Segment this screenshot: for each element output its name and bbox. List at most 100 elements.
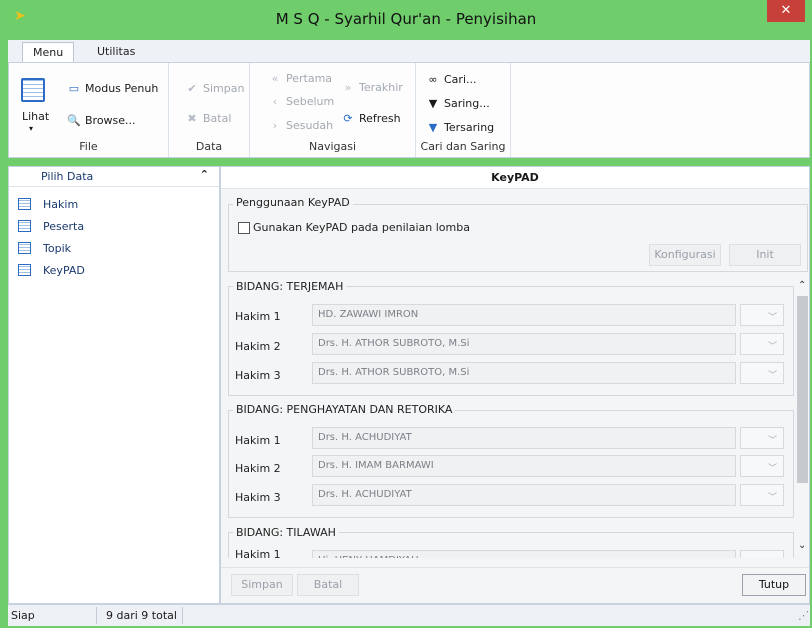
hakim-field[interactable]: Drs. H. IMAM BARMAWI: [312, 455, 736, 477]
bidang-terjemah-legend: BIDANG: TERJEMAH: [233, 280, 347, 293]
lihat-label: Lihat: [22, 110, 50, 123]
hakim-field[interactable]: Hj. HENY HAMDIYAH: [312, 550, 736, 558]
nav-label-peserta: Peserta: [43, 220, 85, 233]
chevron-up-icon[interactable]: ⌃: [200, 168, 209, 181]
tersaring-label: Tersaring: [444, 121, 495, 134]
tutup-button[interactable]: Tutup: [742, 574, 806, 596]
keypad-group-legend: Penggunaan KeyPAD: [233, 196, 353, 209]
hakim-field[interactable]: Drs. H. ACHUDIYAT: [312, 484, 736, 506]
bidang-tilawah-legend: BIDANG: TILAWAH: [233, 526, 339, 539]
status-bar: Siap 9 dari 9 total ⋰: [8, 604, 810, 626]
record-count: 9 dari 9 total: [106, 609, 177, 622]
batal-ribbon-button[interactable]: ✖ Batal: [185, 112, 231, 125]
keypad-checkbox-label: Gunakan KeyPAD pada penilaian lomba: [253, 221, 470, 234]
table-icon: [18, 220, 31, 232]
status-text: Siap: [11, 609, 35, 622]
cari-button[interactable]: ∞ Cari...: [426, 73, 477, 86]
hakim-label: Hakim 1: [235, 548, 281, 558]
chevron-down-icon[interactable]: ﹀: [740, 362, 784, 384]
refresh-button[interactable]: ⟳ Refresh: [341, 112, 401, 125]
simpan-ribbon-button[interactable]: ✔ Simpan: [185, 82, 244, 95]
group-label-file: File: [79, 140, 98, 153]
pilih-data-title: Pilih Data: [41, 170, 94, 183]
group-label-data: Data: [195, 140, 223, 153]
scroll-down-arrow[interactable]: ⌄: [798, 540, 806, 551]
cari-label: Cari...: [444, 73, 477, 86]
chevron-down-icon[interactable]: ﹀: [740, 484, 784, 506]
nav-item-peserta[interactable]: Peserta: [18, 220, 84, 238]
calendar-icon[interactable]: [21, 78, 45, 102]
table-icon: [18, 198, 31, 210]
title-bar: ➤ M S Q - Syarhil Qur'an - Penyisihan ✕: [0, 0, 812, 37]
funnel-check-icon: ▼: [428, 121, 438, 134]
modus-penuh-label: Modus Penuh: [85, 82, 159, 95]
tab-menu[interactable]: Menu: [22, 42, 75, 63]
konfigurasi-button[interactable]: Konfigurasi: [649, 244, 721, 266]
tab-utilitas[interactable]: Utilitas: [87, 42, 145, 63]
batal-ribbon-label: Batal: [203, 112, 232, 125]
modus-penuh-button[interactable]: ▭ Modus Penuh: [67, 82, 159, 95]
group-label-cari-saring: Cari dan Saring: [420, 140, 506, 153]
simpan-button[interactable]: Simpan: [231, 574, 293, 596]
right-arrow-icon: ›: [272, 119, 278, 132]
left-arrow-icon: ‹: [272, 95, 278, 108]
sebelum-label: Sebelum: [286, 95, 335, 108]
sesudah-button[interactable]: › Sesudah: [268, 119, 333, 132]
refresh-icon: ⟳: [343, 112, 353, 125]
browse-button[interactable]: 🔍 Browse...: [67, 114, 136, 127]
chevron-down-icon[interactable]: ﹀: [740, 333, 784, 355]
terakhir-button[interactable]: » Terakhir: [341, 81, 403, 94]
chevron-down-icon[interactable]: ﹀: [740, 455, 784, 477]
browse-label: Browse...: [85, 114, 136, 127]
hakim-label: Hakim 3: [235, 491, 281, 504]
lihat-button[interactable]: Lihat: [22, 110, 49, 123]
resize-grip-icon[interactable]: ⋰: [798, 609, 809, 622]
sesudah-label: Sesudah: [286, 119, 334, 132]
hakim-label: Hakim 2: [235, 462, 281, 475]
simpan-ribbon-label: Simpan: [203, 82, 245, 95]
tersaring-button[interactable]: ▼ Tersaring: [426, 121, 494, 134]
nav-item-keypad[interactable]: KeyPAD: [18, 264, 85, 282]
hakim-field[interactable]: Drs. H. ATHOR SUBROTO, M.Si: [312, 333, 736, 355]
binoculars-icon: ∞: [428, 73, 438, 86]
footer-divider: [221, 567, 809, 568]
magnifier-icon: 🔍: [67, 114, 81, 127]
left-panel-header: Pilih Data ⌃: [9, 167, 219, 187]
checkmark-icon: ✔: [187, 82, 197, 95]
chevron-down-icon[interactable]: ﹀: [740, 550, 784, 558]
group-data: Data: [169, 63, 250, 157]
scrollbar-thumb[interactable]: [797, 296, 808, 483]
pertama-button[interactable]: « Pertama: [268, 72, 332, 85]
hakim-label: Hakim 3: [235, 369, 281, 382]
bidang-penghayatan-legend: BIDANG: PENGHAYATAN DAN RETORIKA: [233, 403, 456, 416]
hakim-field[interactable]: Drs. H. ATHOR SUBROTO, M.Si: [312, 362, 736, 384]
app-window: ➤ M S Q - Syarhil Qur'an - Penyisihan ✕ …: [0, 0, 812, 628]
batal-button[interactable]: Batal: [297, 574, 359, 596]
chevron-down-icon[interactable]: ﹀: [740, 304, 784, 326]
scroll-up-arrow[interactable]: ⌃: [798, 280, 806, 291]
ribbon-tabs: Menu Utilitas: [8, 40, 810, 63]
refresh-label: Refresh: [359, 112, 401, 125]
hakim-label: Hakim 1: [235, 310, 281, 323]
window-icon: ▭: [68, 82, 80, 95]
hakim-field[interactable]: Drs. H. ACHUDIYAT: [312, 427, 736, 449]
keypad-checkbox[interactable]: [238, 222, 250, 234]
sebelum-button[interactable]: ‹ Sebelum: [268, 95, 334, 108]
pertama-label: Pertama: [286, 72, 333, 85]
saring-label: Saring...: [444, 97, 490, 110]
cancel-icon: ✖: [187, 112, 197, 125]
nav-item-topik[interactable]: Topik: [18, 242, 71, 260]
hakim-field[interactable]: HD. ZAWAWI IMRON: [312, 304, 736, 326]
main-header: KeyPAD: [221, 167, 809, 189]
close-button[interactable]: ✕: [767, 0, 805, 22]
nav-label-keypad: KeyPAD: [43, 264, 85, 277]
table-icon: [18, 242, 31, 254]
chevron-down-icon[interactable]: ﹀: [740, 427, 784, 449]
chevron-down-icon: ▾: [29, 124, 34, 133]
status-separator: [182, 607, 183, 624]
keypad-group: [228, 204, 808, 272]
saring-button[interactable]: ▼ Saring...: [426, 97, 490, 110]
nav-item-hakim[interactable]: Hakim: [18, 198, 78, 216]
nav-label-topik: Topik: [43, 242, 71, 255]
init-button[interactable]: Init: [729, 244, 801, 266]
